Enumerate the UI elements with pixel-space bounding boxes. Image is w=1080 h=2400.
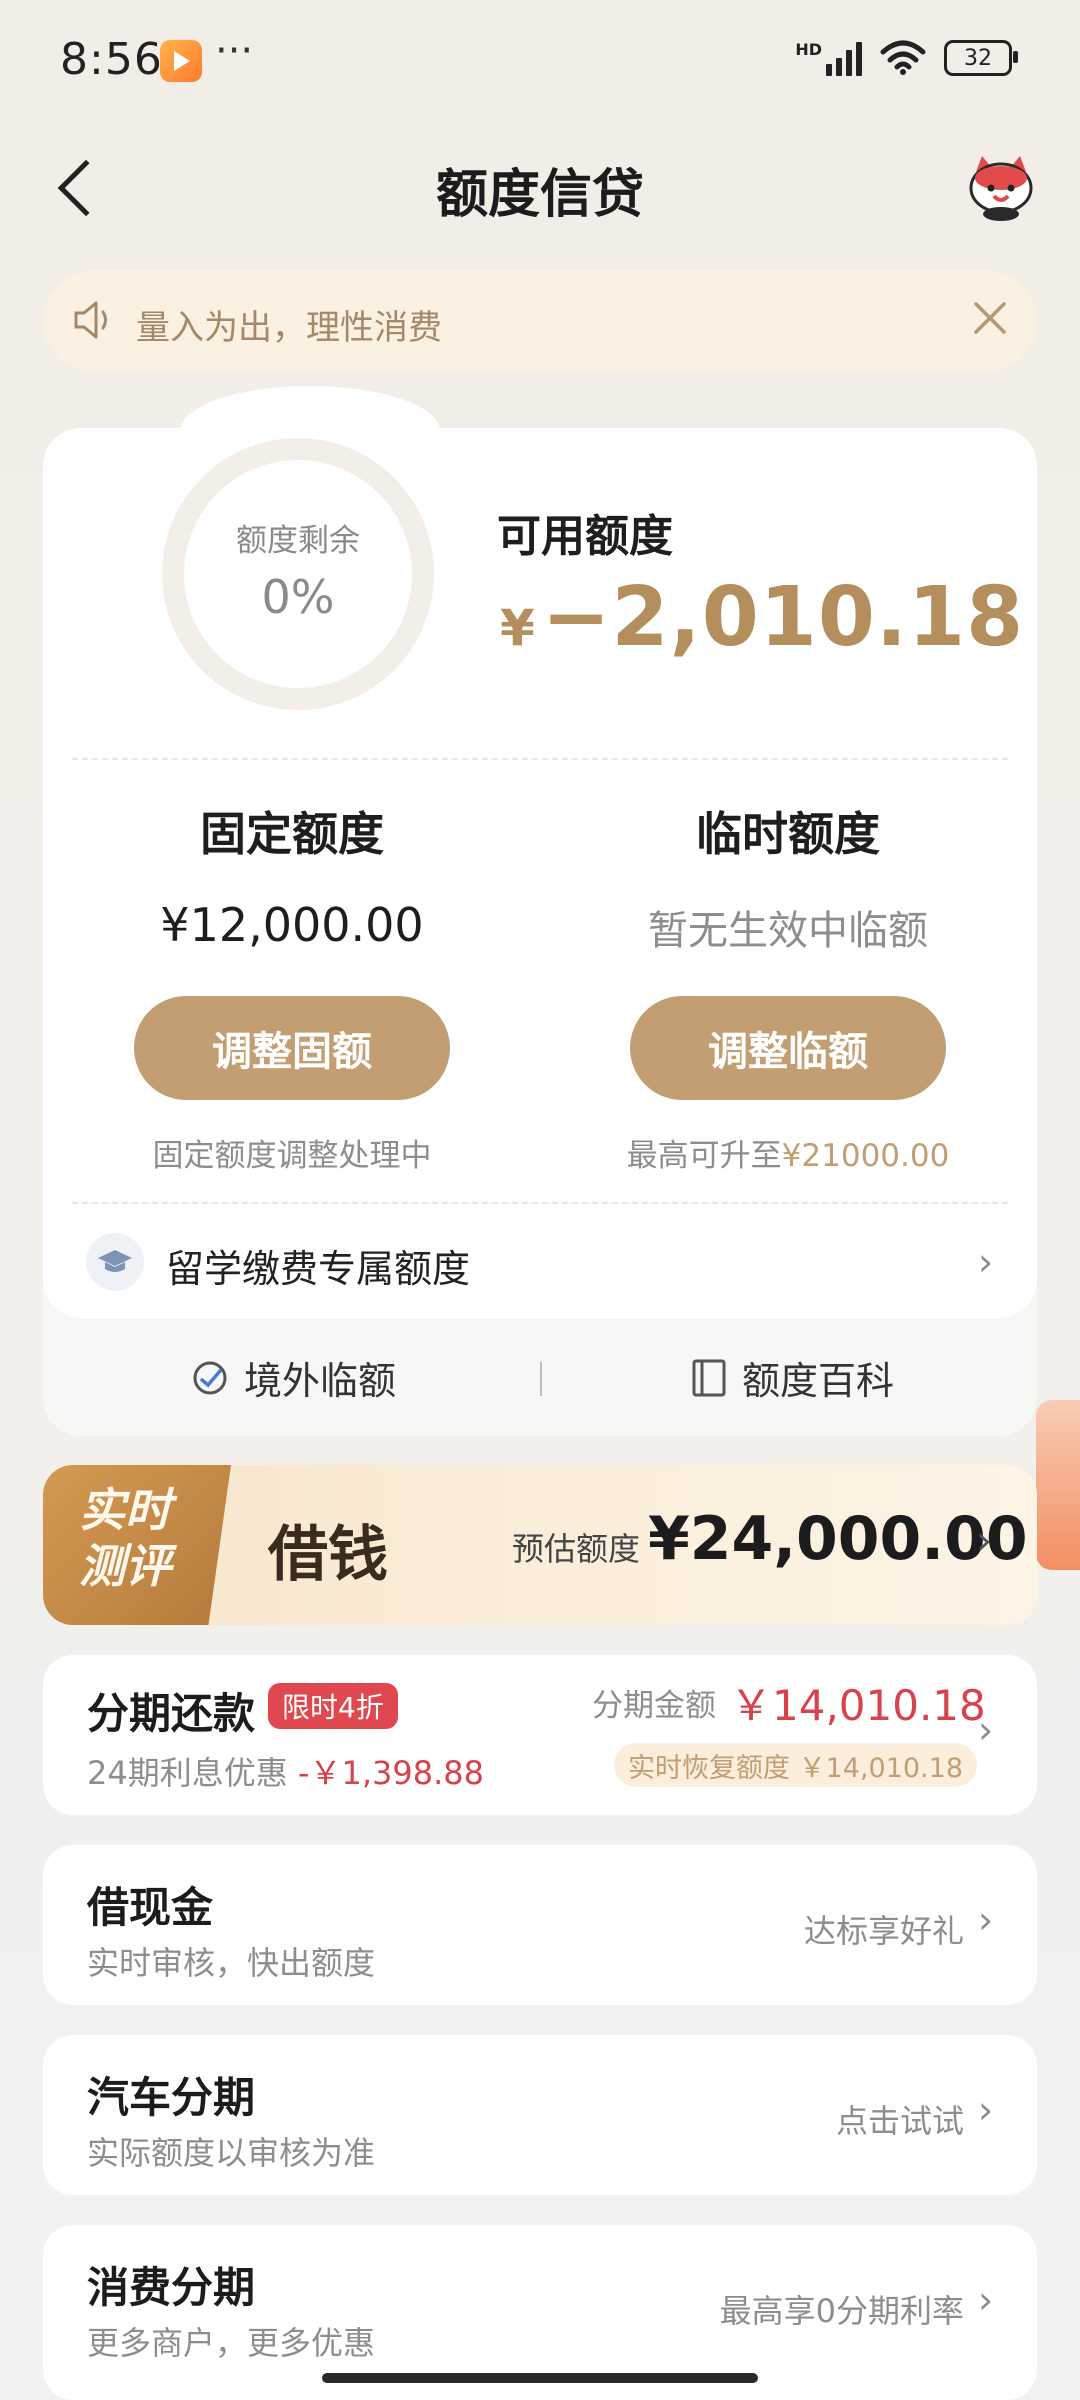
chevron-right-icon: › <box>976 1518 992 1564</box>
quota-encyclopedia-link[interactable]: 额度百科 <box>690 1350 894 1405</box>
auto-installment-subtitle: 实际额度以审核为准 <box>87 2134 376 2172</box>
restore-quota-tag: 实时恢复额度 ￥14,010.18 <box>614 1743 977 1787</box>
graduation-cap-icon <box>86 1233 144 1291</box>
remaining-label: 额度剩余 <box>236 523 360 559</box>
fixed-quota-note: 固定额度调整处理中 <box>152 1138 432 1174</box>
overseas-quota-link[interactable]: 境外临额 <box>190 1350 396 1405</box>
chevron-right-icon: › <box>978 2278 994 2322</box>
available-amount: ¥−2,010.18 <box>500 570 1024 665</box>
notice-text: 量入为出，理性消费 <box>136 308 442 348</box>
vertical-divider <box>540 1362 542 1396</box>
cash-loan-subtitle: 实时审核，快出额度 <box>87 1944 376 1982</box>
temp-note-prefix: 最高可升至 <box>626 1138 782 1174</box>
cash-loan-right-text: 达标享好礼 <box>803 1912 964 1950</box>
discount-tag: 限时4折 <box>268 1683 398 1729</box>
home-indicator[interactable] <box>322 2373 758 2383</box>
divider <box>72 1202 1008 1204</box>
realtime-eval-text: 实时 测评 <box>60 1482 190 1594</box>
estimate-label: 预估额度 <box>512 1530 641 1568</box>
status-time: 8:56 <box>60 34 163 85</box>
installment-amount-label: 分期金额 <box>592 1688 716 1724</box>
consumer-installment-subtitle: 更多商户，更多优惠 <box>87 2324 376 2362</box>
adjust-temp-button[interactable]: 调整临额 <box>630 996 946 1100</box>
battery-icon: 32 <box>944 40 1018 76</box>
available-currency: ¥ <box>500 599 536 657</box>
signal-icon <box>826 40 862 76</box>
auto-installment-right-text: 点击试试 <box>835 2102 964 2140</box>
borrow-title: 借钱 <box>268 1520 388 1590</box>
quota-encyclopedia-label: 额度百科 <box>742 1359 895 1403</box>
installment-sub-prefix: 24期利息优惠 <box>87 1754 288 1792</box>
estimate-amount: ¥24,000.00 <box>648 1504 1028 1574</box>
hd-icon: HD <box>795 40 822 59</box>
chevron-right-icon: › <box>978 1898 994 1942</box>
temp-quota-note: 最高可升至¥21000.00 <box>573 1130 1003 1175</box>
auto-installment-title: 汽车分期 <box>87 2073 256 2122</box>
fixed-quota-title: 固定额度 <box>200 807 384 861</box>
close-icon[interactable] <box>970 298 1010 338</box>
speaker-icon <box>74 301 107 339</box>
wifi-icon <box>880 40 926 75</box>
installment-subtitle: 24期利息优惠 -￥1,398.88 <box>87 1748 484 1794</box>
overseas-quota-label: 境外临额 <box>244 1359 397 1403</box>
remaining-percent: 0% <box>261 570 335 624</box>
available-value: −2,010.18 <box>541 570 1025 665</box>
book-icon <box>692 1359 726 1396</box>
fixed-quota-amount: ¥12,000.00 <box>160 898 424 952</box>
badge-line-1: 实时 <box>79 1483 171 1537</box>
divider <box>72 758 1008 760</box>
adjust-fixed-button[interactable]: 调整固额 <box>134 996 450 1100</box>
installment-sub-discount: -￥1,398.88 <box>297 1754 484 1792</box>
temp-note-amount: ¥21000.00 <box>781 1138 950 1174</box>
floating-promo-peek[interactable] <box>1036 1400 1080 1570</box>
consumer-installment-title: 消费分期 <box>87 2263 256 2312</box>
consumer-installment-right-text: 最高享0分期利率 <box>719 2292 964 2330</box>
installment-title: 分期还款 <box>87 1689 256 1738</box>
temp-quota-status: 暂无生效中临额 <box>648 908 928 954</box>
cash-loan-title: 借现金 <box>87 1883 214 1932</box>
video-app-icon <box>160 40 202 82</box>
chevron-right-icon: › <box>978 2088 994 2132</box>
globe-refresh-icon <box>193 1361 227 1394</box>
status-more-dots: ··· <box>215 28 254 74</box>
badge-line-2: 测评 <box>79 1539 171 1593</box>
chevron-right-icon: › <box>978 1708 994 1752</box>
study-abroad-label: 留学缴费专属额度 <box>166 1247 471 1291</box>
available-label: 可用额度 <box>497 511 673 562</box>
installment-amount: ￥14,010.18 <box>730 1681 986 1730</box>
page-title: 额度信贷 <box>435 165 644 225</box>
status-indicators: HD 32 <box>795 40 1018 76</box>
temp-quota-title: 临时额度 <box>696 807 880 861</box>
chevron-right-icon: › <box>978 1240 994 1284</box>
mascot-icon[interactable] <box>964 150 1038 224</box>
